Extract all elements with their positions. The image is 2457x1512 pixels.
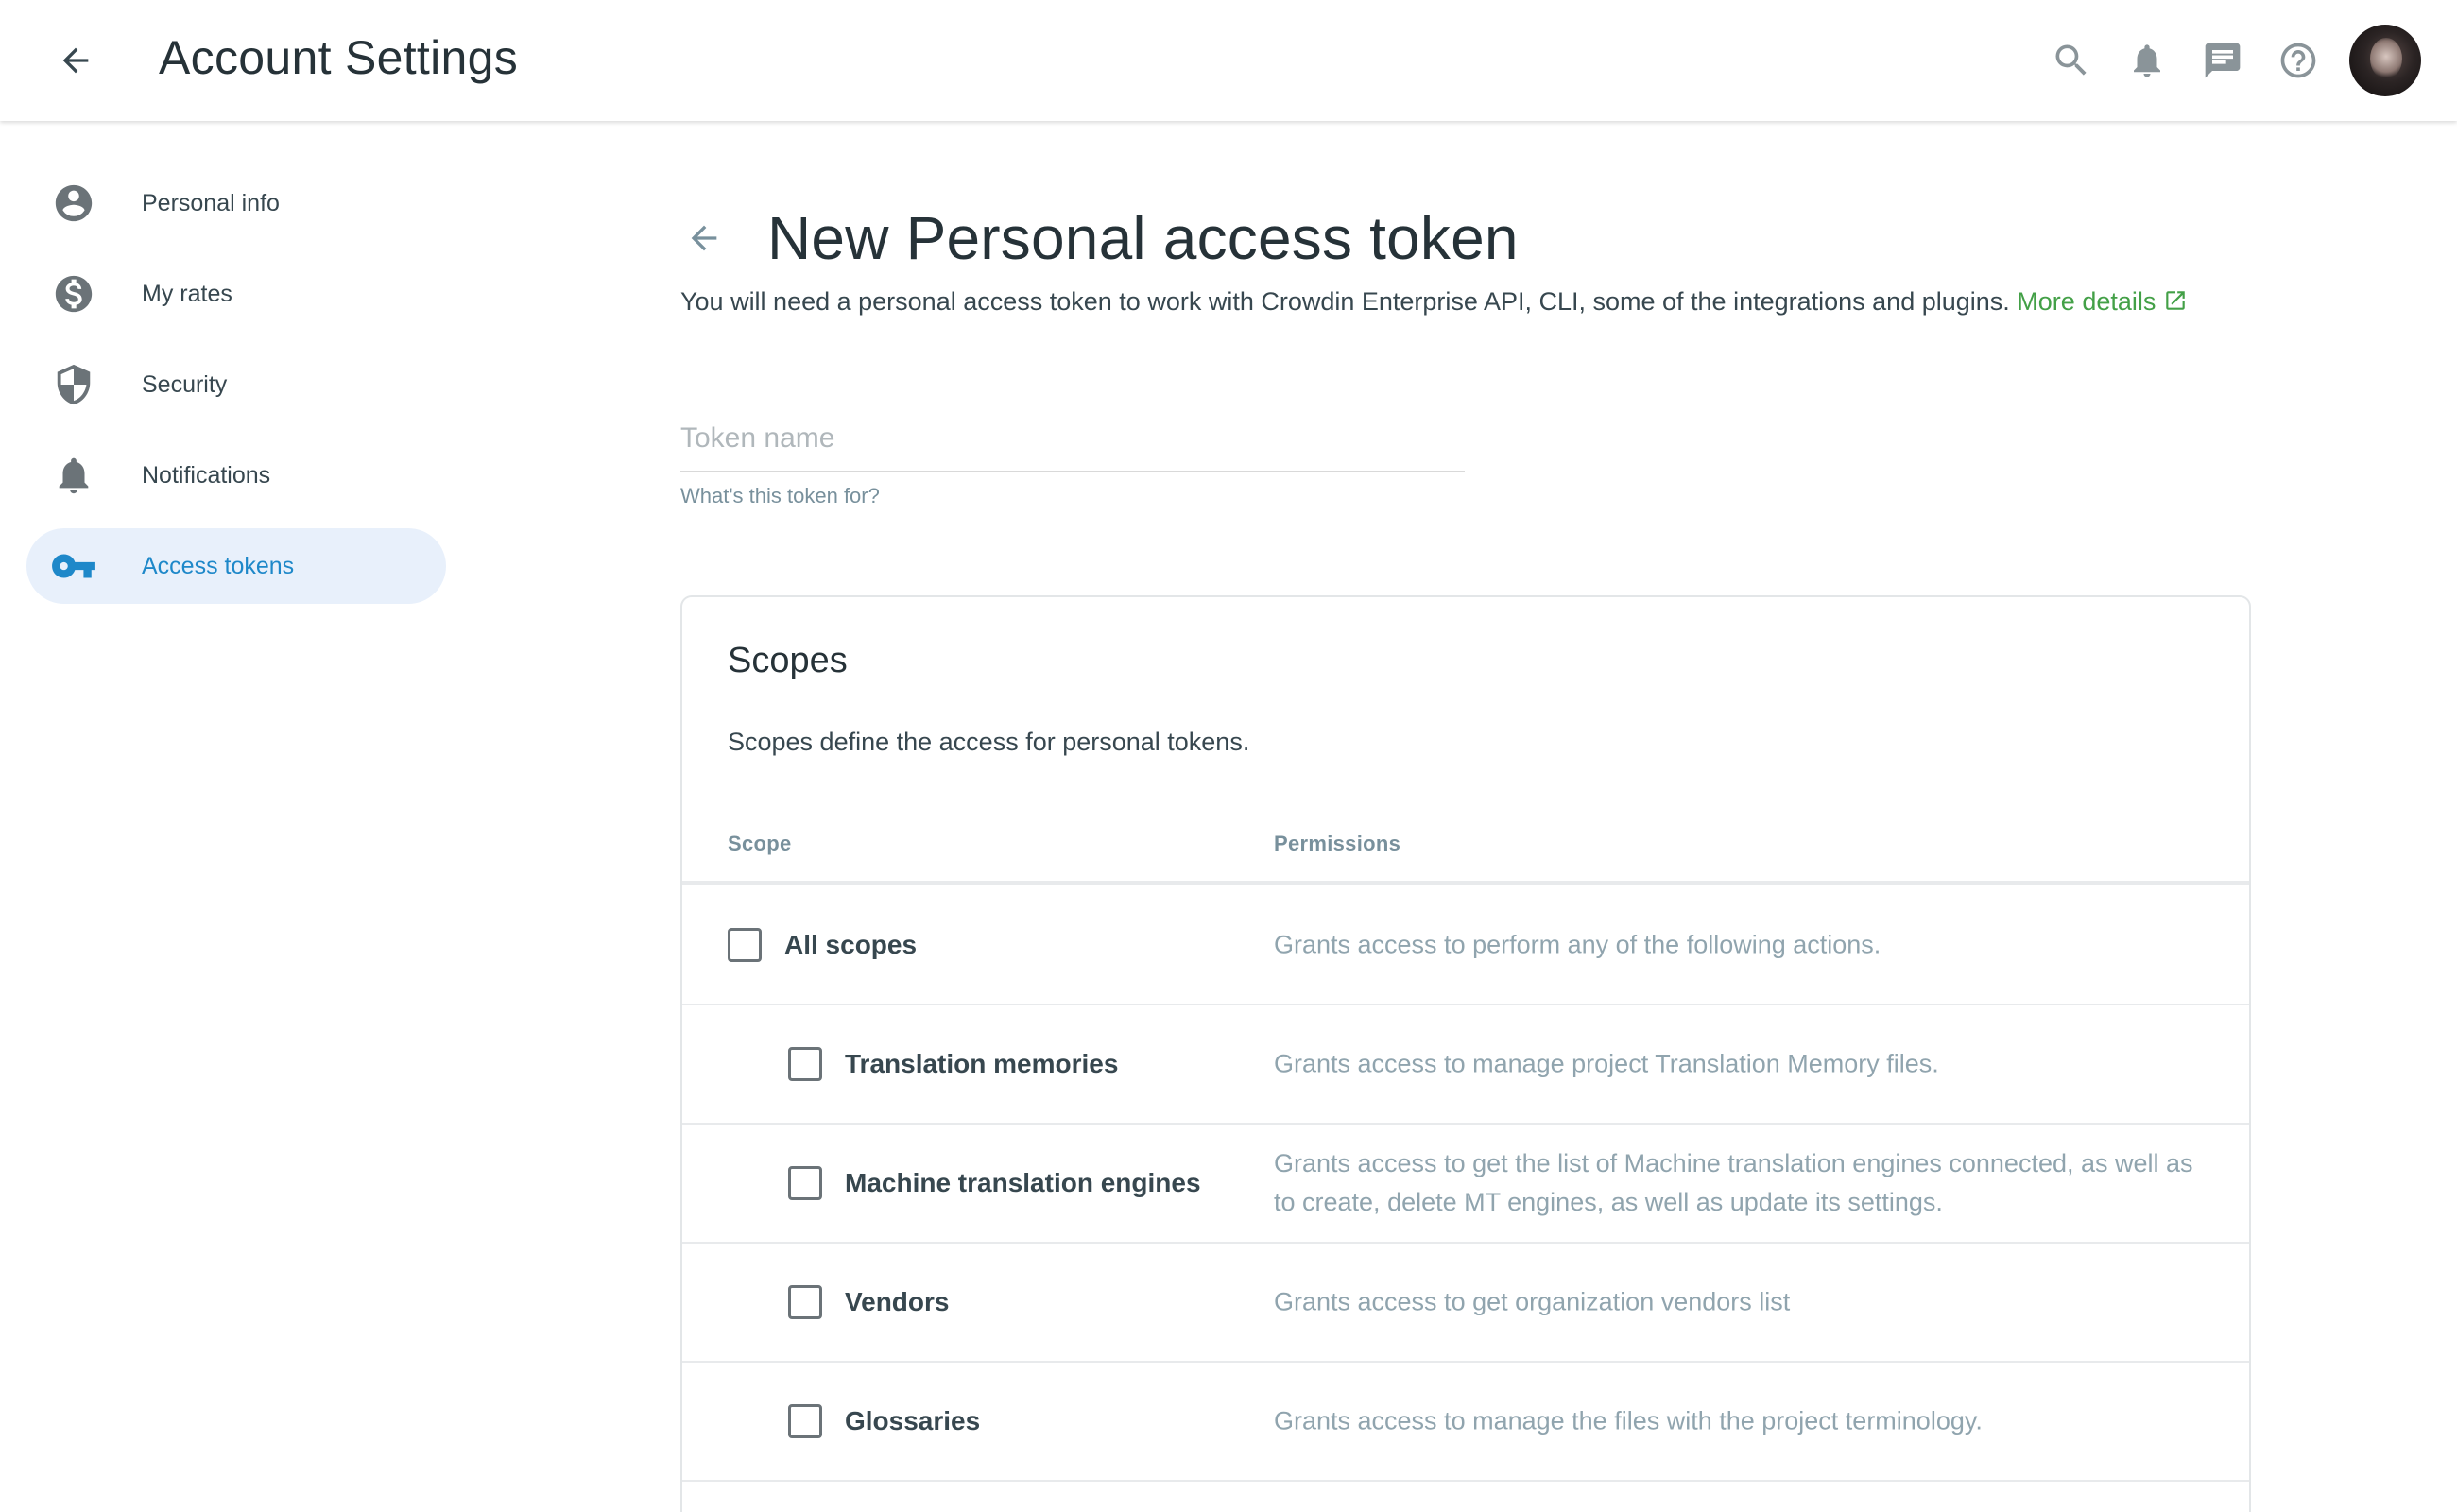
sidebar-item-my-rates[interactable]: My rates: [26, 256, 446, 332]
translation-memories-checkbox[interactable]: [788, 1047, 822, 1081]
more-details-label: More details: [2017, 287, 2156, 316]
more-details-link[interactable]: More details: [2017, 287, 2188, 316]
app-bar-actions: [2034, 19, 2421, 102]
bell-icon: [26, 438, 121, 513]
app-bar: Account Settings: [0, 0, 2457, 121]
help-circle-icon: [2280, 43, 2316, 78]
scope-name: Translation memories: [845, 1049, 1119, 1078]
token-name-field: What's this token for?: [680, 406, 1465, 508]
scopes-card: Scopes Scopes define the access for pers…: [680, 595, 2251, 1512]
page-title: New Personal access token: [767, 204, 1519, 272]
all-scopes-checkbox[interactable]: [728, 928, 762, 962]
scopes-table-body: All scopes Grants access to perform any …: [682, 886, 2249, 1482]
sidebar-item-label: My rates: [142, 280, 232, 307]
sidebar-item-personal-info[interactable]: Personal info: [26, 165, 446, 241]
column-header-scope: Scope: [728, 832, 792, 855]
messages-button[interactable]: [2185, 23, 2260, 98]
scope-permission: Grants access to get organization vendor…: [1274, 1287, 1791, 1316]
notifications-button[interactable]: [2109, 23, 2185, 98]
page-header: New Personal access token: [680, 200, 1519, 276]
vendors-checkbox[interactable]: [788, 1285, 822, 1319]
table-row: Translation memories Grants access to ma…: [682, 1005, 2249, 1125]
sidebar-item-label: Personal info: [142, 189, 280, 216]
token-name-hint: What's this token for?: [680, 484, 880, 507]
scope-permission: Grants access to get the list of Machine…: [1274, 1149, 2193, 1216]
help-button[interactable]: [2260, 23, 2336, 98]
scopes-table-header: Scope Permissions: [682, 798, 2249, 885]
page-description: You will need a personal access token to…: [680, 287, 2188, 317]
sidebar-item-access-tokens[interactable]: Access tokens: [26, 528, 446, 604]
table-row: Vendors Grants access to get organizatio…: [682, 1244, 2249, 1363]
scopes-description: Scopes define the access for personal to…: [728, 728, 1250, 756]
page-back-button[interactable]: [680, 215, 728, 262]
app-title: Account Settings: [159, 31, 519, 84]
arrow-left-icon: [691, 225, 717, 251]
account-circle-icon: [26, 165, 121, 241]
description-text: You will need a personal access token to…: [680, 287, 2010, 316]
sidebar-item-label: Notifications: [142, 461, 271, 489]
avatar[interactable]: [2349, 25, 2421, 96]
glossaries-checkbox[interactable]: [788, 1404, 822, 1438]
scope-name: Vendors: [845, 1287, 950, 1316]
scope-name: All scopes: [784, 930, 918, 959]
scope-permission: Grants access to manage the files with t…: [1274, 1406, 1983, 1435]
chat-icon: [2205, 43, 2241, 78]
back-button[interactable]: [47, 32, 104, 89]
scope-name: Machine translation engines: [845, 1168, 1201, 1197]
sidebar: Personal info My rates Security Notifica…: [0, 121, 472, 1512]
scope-permission: Grants access to perform any of the foll…: [1274, 930, 1881, 959]
sidebar-item-label: Access tokens: [142, 552, 295, 579]
sidebar-item-label: Security: [142, 370, 228, 398]
machine-translation-engines-checkbox[interactable]: [788, 1166, 822, 1200]
sidebar-item-notifications[interactable]: Notifications: [26, 438, 446, 513]
dollar-circle-icon: [26, 256, 121, 332]
search-button[interactable]: [2034, 23, 2109, 98]
search-icon: [2055, 44, 2087, 76]
bell-icon: [2134, 44, 2160, 77]
table-row: All scopes Grants access to perform any …: [682, 886, 2249, 1005]
arrow-left-icon: [62, 47, 89, 74]
key-icon: [26, 528, 121, 604]
token-name-input[interactable]: [680, 406, 1465, 472]
scope-permission: Grants access to manage project Translat…: [1274, 1049, 1939, 1078]
shield-icon: [26, 347, 121, 422]
table-row: Glossaries Grants access to manage the f…: [682, 1363, 2249, 1482]
column-header-permissions: Permissions: [1274, 832, 1401, 855]
table-row: Machine translation engines Grants acces…: [682, 1125, 2249, 1244]
external-link-icon: [2166, 291, 2186, 310]
scope-name: Glossaries: [845, 1406, 981, 1435]
scopes-title: Scopes: [728, 641, 848, 680]
sidebar-item-security[interactable]: Security: [26, 347, 446, 422]
